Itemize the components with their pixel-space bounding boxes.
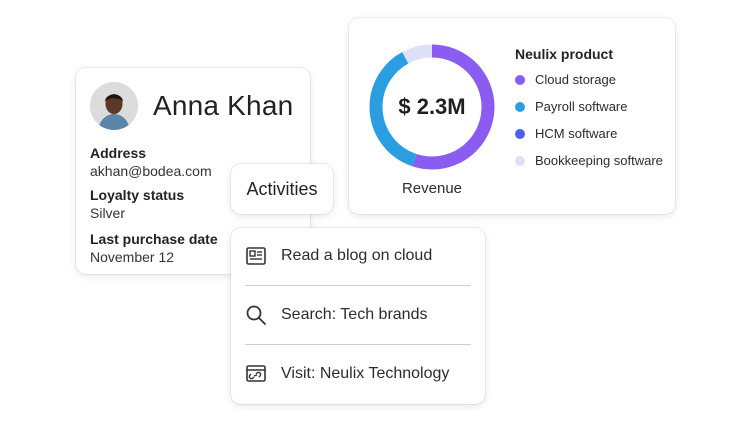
person-avatar-icon — [90, 82, 138, 130]
divider — [245, 285, 471, 286]
legend-label: HCM software — [535, 126, 618, 141]
legend-item-bookkeeping-software: Bookkeeping software — [515, 153, 663, 168]
legend-item-cloud-storage: Cloud storage — [515, 72, 616, 87]
field-address: Address akhan@bodea.com — [90, 144, 212, 180]
legend-label: Cloud storage — [535, 72, 616, 87]
field-loyalty-status: Loyalty status Silver — [90, 186, 184, 222]
activity-label: Visit: Neulix Technology — [281, 365, 450, 382]
activity-label: Read a blog on cloud — [281, 247, 433, 264]
avatar — [90, 82, 138, 130]
field-label: Loyalty status — [90, 187, 185, 203]
legend-dot — [515, 155, 525, 166]
field-last-purchase-date: Last purchase date November 12 — [90, 230, 218, 266]
field-label: Last purchase date — [90, 231, 218, 247]
article-icon — [246, 247, 266, 265]
activity-item-visit[interactable]: Visit: Neulix Technology — [245, 354, 471, 394]
field-label: Address — [90, 145, 147, 161]
field-value: November 12 — [90, 249, 175, 265]
activity-label: Search: Tech brands — [281, 306, 428, 323]
search-icon — [246, 305, 266, 325]
legend-dot — [515, 128, 525, 139]
legend-label: Payroll software — [535, 99, 628, 114]
activities-title: Activities — [246, 178, 318, 199]
field-value: akhan@bodea.com — [90, 163, 212, 179]
activities-list: Read a blog on cloud Search: Tech brands… — [231, 228, 485, 404]
field-value: Silver — [90, 205, 126, 221]
legend-item-hcm-software: HCM software — [515, 126, 617, 141]
legend-dot — [515, 74, 525, 85]
legend-label: Bookkeeping software — [535, 153, 663, 168]
legend-dot — [515, 101, 525, 112]
customer-name: Anna Khan — [153, 90, 294, 121]
activity-item-read-blog[interactable]: Read a blog on cloud — [245, 236, 471, 276]
web-link-icon — [246, 365, 266, 382]
revenue-total: $ 2.3M — [398, 94, 466, 119]
revenue-card: $ 2.3M Revenue Neulix product Cloud stor… — [349, 18, 675, 214]
legend-item-payroll-software: Payroll software — [515, 99, 627, 114]
legend-title: Neulix product — [515, 46, 614, 62]
revenue-caption: Revenue — [401, 180, 463, 197]
activity-item-search[interactable]: Search: Tech brands — [245, 295, 471, 335]
divider — [245, 344, 471, 345]
activities-tab[interactable]: Activities — [231, 164, 333, 214]
